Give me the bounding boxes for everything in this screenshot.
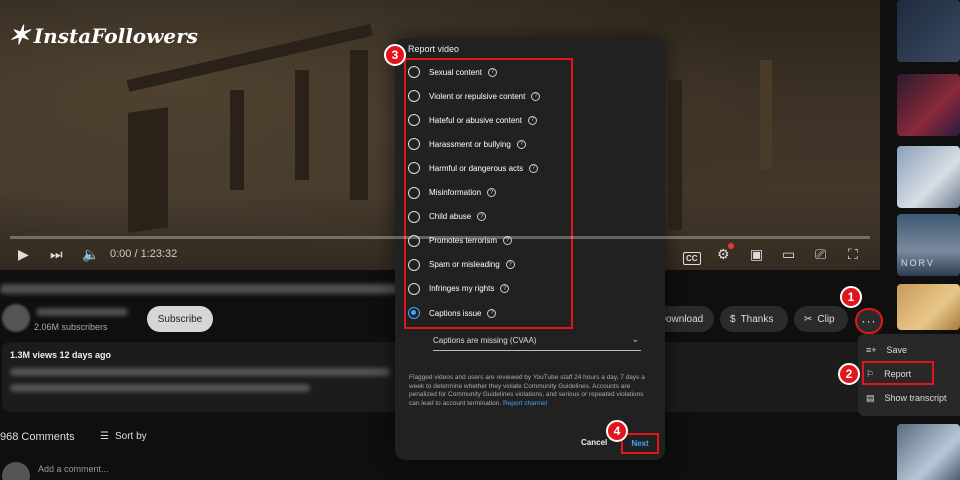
report-reason-label: Captions issue <box>429 308 482 318</box>
playlist-add-icon: ≡+ <box>866 345 877 355</box>
cc-icon[interactable]: CC <box>683 248 701 265</box>
dialog-title: Report video <box>408 44 460 54</box>
video-progress-bar[interactable] <box>10 236 870 239</box>
help-icon[interactable]: ? <box>487 308 497 318</box>
step-badge-1: 1 <box>840 286 862 308</box>
report-reason-label: Hateful or abusive content <box>429 115 522 125</box>
next-icon[interactable]: ⏭ <box>50 246 63 263</box>
recommendation-thumbnail[interactable]: NORV <box>897 214 960 276</box>
comments-header: 968 Comments ☰ Sort by <box>0 428 400 448</box>
report-reason-label: Misinformation <box>429 188 482 197</box>
clip-button[interactable]: ✂ Clip <box>794 306 848 332</box>
report-reason-label: Harmful or dangerous acts <box>429 163 524 173</box>
recommendation-thumbnail[interactable] <box>897 0 960 62</box>
report-reason-label: Infringes my rights <box>429 284 495 294</box>
help-icon[interactable]: ? <box>477 212 487 222</box>
menu-item-show-transcript[interactable]: ▤ Show transcript <box>866 388 947 408</box>
report-reason-option[interactable]: Hateful or abusive content? <box>408 110 537 130</box>
cast-icon[interactable]: ⎚ <box>815 246 826 263</box>
menu-item-save[interactable]: ≡+ Save <box>866 340 907 360</box>
report-highlight-box <box>862 361 934 385</box>
report-reason-label: Sexual content <box>429 67 482 77</box>
more-actions-button[interactable]: ··· <box>855 308 883 334</box>
report-reason-label: Violent or repulsive content <box>429 91 526 101</box>
step-badge-3: 3 <box>384 44 406 66</box>
watermark-logo: ✶ InstaFollowers <box>8 20 198 51</box>
recommendation-thumbnail[interactable] <box>897 284 960 330</box>
report-reason-option[interactable]: Misinformation? <box>408 183 497 203</box>
radio-icon[interactable] <box>408 282 420 295</box>
subscribe-button[interactable]: Subscribe <box>147 306 213 332</box>
help-icon[interactable]: ? <box>531 91 541 101</box>
report-channel-link[interactable]: Report channel <box>503 400 547 407</box>
dialog-disclaimer: Flagged videos and users are reviewed by… <box>409 374 645 407</box>
radio-icon[interactable] <box>408 66 420 78</box>
radio-icon[interactable] <box>408 162 420 175</box>
logo-icon: ✶ <box>8 20 30 50</box>
radio-icon[interactable] <box>408 186 420 199</box>
help-icon[interactable]: ? <box>487 67 497 77</box>
chevron-down-icon: ⌄ <box>631 334 639 344</box>
radio-checked-icon[interactable] <box>408 307 420 319</box>
thanks-button[interactable]: $ Thanks <box>720 306 788 332</box>
report-reason-option[interactable]: Harmful or dangerous acts? <box>408 158 539 178</box>
radio-icon[interactable] <box>408 90 420 103</box>
scissors-icon: ✂ <box>804 313 813 325</box>
channel-avatar[interactable] <box>2 304 30 332</box>
theater-icon[interactable]: ▭ <box>782 246 795 263</box>
play-icon[interactable]: ▶ <box>18 246 29 263</box>
radio-icon[interactable] <box>408 210 420 223</box>
recommendation-thumbnail[interactable] <box>897 424 960 480</box>
radio-icon[interactable] <box>408 138 420 151</box>
report-reason-label: Child abuse <box>429 212 472 222</box>
report-reason-option[interactable]: Child abuse? <box>408 207 487 227</box>
help-icon[interactable]: ? <box>487 188 497 197</box>
report-reason-option[interactable]: Captions issue? <box>408 303 497 323</box>
user-avatar <box>2 462 30 480</box>
radio-icon[interactable] <box>408 114 420 127</box>
recommendation-thumbnail[interactable] <box>897 74 960 136</box>
transcript-icon: ▤ <box>866 392 875 403</box>
report-reason-option[interactable]: Harassment or bullying? <box>408 134 526 154</box>
volume-icon[interactable]: 🔈 <box>82 246 99 263</box>
recommendation-thumbnail[interactable] <box>897 146 960 208</box>
step-badge-2: 2 <box>838 363 860 385</box>
report-reason-option[interactable]: Infringes my rights? <box>408 279 510 299</box>
settings-icon[interactable]: ⚙ <box>717 243 734 263</box>
miniplayer-icon[interactable]: ▣ <box>750 246 763 263</box>
channel-name-blurred <box>36 308 128 316</box>
help-icon[interactable]: ? <box>529 163 539 173</box>
description-text-blurred <box>10 368 390 376</box>
comments-count: 968 Comments <box>0 431 75 443</box>
report-reason-option[interactable]: Sexual content? <box>408 62 497 82</box>
description-text-blurred <box>10 384 310 392</box>
add-comment-input[interactable]: Add a comment... <box>38 464 109 474</box>
sort-by-button[interactable]: ☰ Sort by <box>100 431 147 442</box>
help-icon[interactable]: ? <box>516 139 526 149</box>
thumbnail-text: NORV <box>901 258 935 268</box>
fullscreen-icon[interactable]: ⛶ <box>848 246 858 263</box>
views-and-date: 1.3M views 12 days ago <box>10 350 112 360</box>
logo-text: InstaFollowers <box>33 23 198 48</box>
report-reason-label: Harassment or bullying <box>429 139 511 149</box>
help-icon[interactable]: ? <box>500 284 510 294</box>
report-reason-option[interactable]: Violent or repulsive content? <box>408 86 541 106</box>
thanks-icon: $ <box>730 313 736 325</box>
subscriber-count: 2.06M subscribers <box>34 322 108 332</box>
sub-reason-dropdown[interactable]: Captions are missing (CVAA) ⌄ <box>433 333 641 351</box>
time-display: 0:00 / 1:23:32 <box>110 248 178 260</box>
player-controls: ▶ ⏭ 🔈 0:00 / 1:23:32 CC ⚙ ▣ ▭ ⎚ ⛶ <box>0 240 880 270</box>
help-icon[interactable]: ? <box>527 115 537 125</box>
step-badge-4: 4 <box>606 420 628 442</box>
cancel-button[interactable]: Cancel <box>581 438 607 447</box>
sort-icon: ☰ <box>100 431 109 442</box>
